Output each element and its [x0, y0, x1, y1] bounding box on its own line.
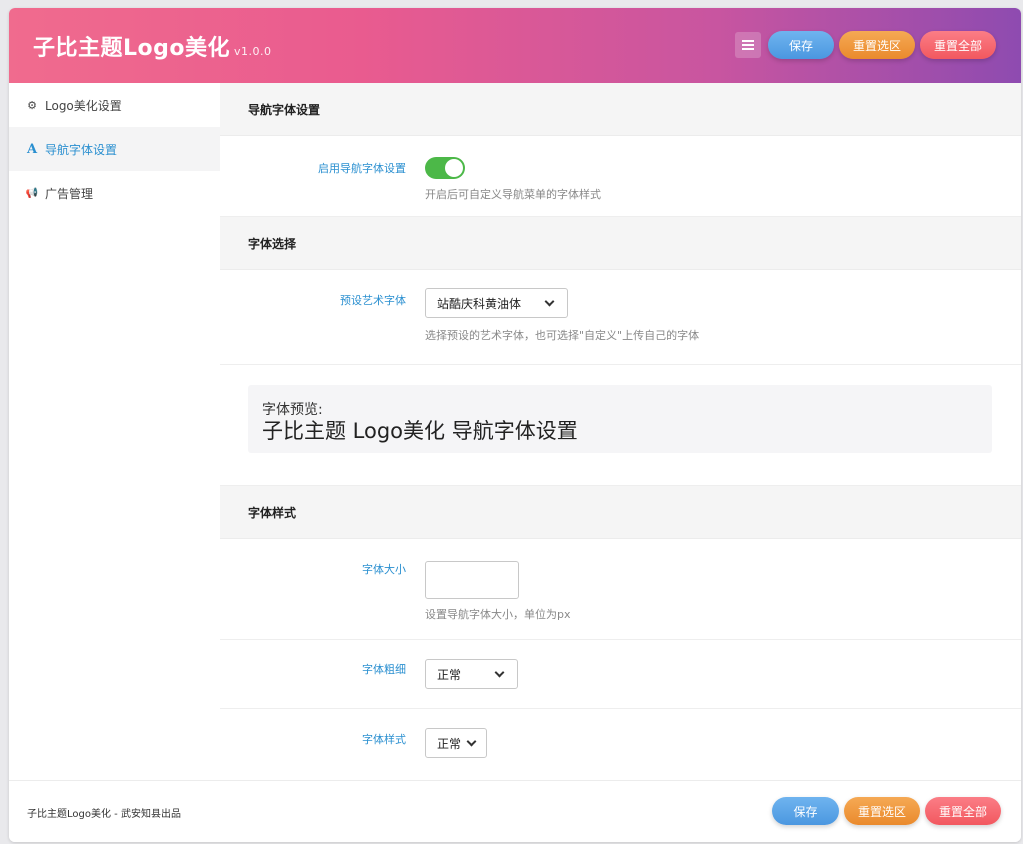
megaphone-icon: 📢 — [25, 187, 39, 199]
sidebar-item-label: 导航字体设置 — [45, 142, 118, 157]
footer-reset-all-button[interactable]: 重置全部 — [925, 797, 1001, 825]
sidebar-item-logo[interactable]: ⚙ Logo美化设置 — [9, 83, 220, 127]
sidebar-item-ads[interactable]: 📢 广告管理 — [9, 171, 220, 215]
section-title-nav-font: 导航字体设置 — [220, 83, 1021, 136]
setting-row-font-weight: 字体粗细 正常 — [220, 640, 1021, 709]
preset-font-label: 预设艺术字体 — [340, 294, 406, 307]
header-save-button[interactable]: 保存 — [768, 31, 834, 59]
font-style-label: 字体样式 — [362, 733, 406, 746]
font-size-description: 设置导航字体大小，单位为px — [425, 608, 571, 621]
app-title: 子比主题Logo美化 v1.0.0 — [33, 30, 272, 62]
header-bar: 子比主题Logo美化 v1.0.0 保存 重置选区 重置全部 — [9, 8, 1021, 83]
toggle-knob — [445, 159, 463, 177]
app-title-text: 子比主题Logo美化 — [33, 36, 230, 61]
sidebar-item-label: Logo美化设置 — [45, 98, 122, 113]
font-weight-value: 正常 — [437, 667, 462, 682]
font-style-select[interactable]: 正常 — [425, 728, 487, 758]
sidebar-item-label: 广告管理 — [45, 186, 94, 201]
enable-description: 开启后可自定义导航菜单的字体样式 — [425, 188, 601, 201]
font-preview-row: 字体预览: 子比主题 Logo美化 导航字体设置 — [220, 365, 1021, 486]
preset-font-description: 选择预设的艺术字体，也可选择"自定义"上传自己的字体 — [425, 329, 700, 342]
font-weight-select[interactable]: 正常 — [425, 659, 518, 689]
font-style-value: 正常 — [437, 736, 462, 751]
footer-reset-section-button[interactable]: 重置选区 — [844, 797, 920, 825]
sidebar-item-nav-font[interactable]: A 导航字体设置 — [9, 127, 220, 171]
setting-row-font-style: 字体样式 正常 — [220, 709, 1021, 780]
settings-window: 子比主题Logo美化 v1.0.0 保存 重置选区 重置全部 ⚙ Logo美化设置… — [9, 8, 1021, 842]
setting-row-font-size: 字体大小 设置导航字体大小，单位为px — [220, 539, 1021, 640]
font-preview-text: 子比主题 Logo美化 导航字体设置 — [262, 419, 578, 443]
font-weight-label: 字体粗细 — [362, 663, 406, 676]
sidebar: ⚙ Logo美化设置 A 导航字体设置 📢 广告管理 — [9, 83, 220, 780]
gear-icon: ⚙ — [27, 98, 37, 112]
preset-font-select[interactable]: 站酷庆科黄油体 — [425, 288, 568, 318]
font-size-label: 字体大小 — [362, 563, 406, 576]
footer-bar: 子比主题Logo美化 - 武安知县出品 保存 重置选区 重置全部 — [9, 780, 1021, 842]
main-content: 导航字体设置 启用导航字体设置 开启后可自定义导航菜单的字体样式 字体选择 预设… — [220, 83, 1021, 780]
font-size-input[interactable] — [425, 561, 519, 599]
font-preview-box: 字体预览: 子比主题 Logo美化 导航字体设置 — [248, 385, 992, 453]
enable-label: 启用导航字体设置 — [318, 162, 406, 175]
setting-row-preset-font: 预设艺术字体 站酷庆科黄油体 选择预设的艺术字体，也可选择"自定义"上传自己的字… — [220, 270, 1021, 365]
chevron-down-icon — [466, 736, 477, 747]
header-reset-all-button[interactable]: 重置全部 — [920, 31, 996, 59]
menu-toggle-button[interactable] — [735, 32, 761, 58]
enable-toggle[interactable] — [425, 157, 465, 179]
menu-icon — [742, 40, 754, 50]
font-icon: A — [26, 141, 38, 157]
footer-credit: 子比主题Logo美化 - 武安知县出品 — [27, 809, 181, 820]
setting-row-enable: 启用导航字体设置 开启后可自定义导航菜单的字体样式 — [220, 136, 1021, 217]
section-title-font-select: 字体选择 — [220, 217, 1021, 270]
preset-font-value: 站酷庆科黄油体 — [437, 296, 522, 311]
section-title-font-style: 字体样式 — [220, 486, 1021, 539]
chevron-down-icon — [544, 296, 555, 307]
footer-save-button[interactable]: 保存 — [772, 797, 839, 825]
chevron-down-icon — [494, 667, 505, 678]
version-label: v1.0.0 — [234, 45, 272, 58]
header-reset-section-button[interactable]: 重置选区 — [839, 31, 915, 59]
